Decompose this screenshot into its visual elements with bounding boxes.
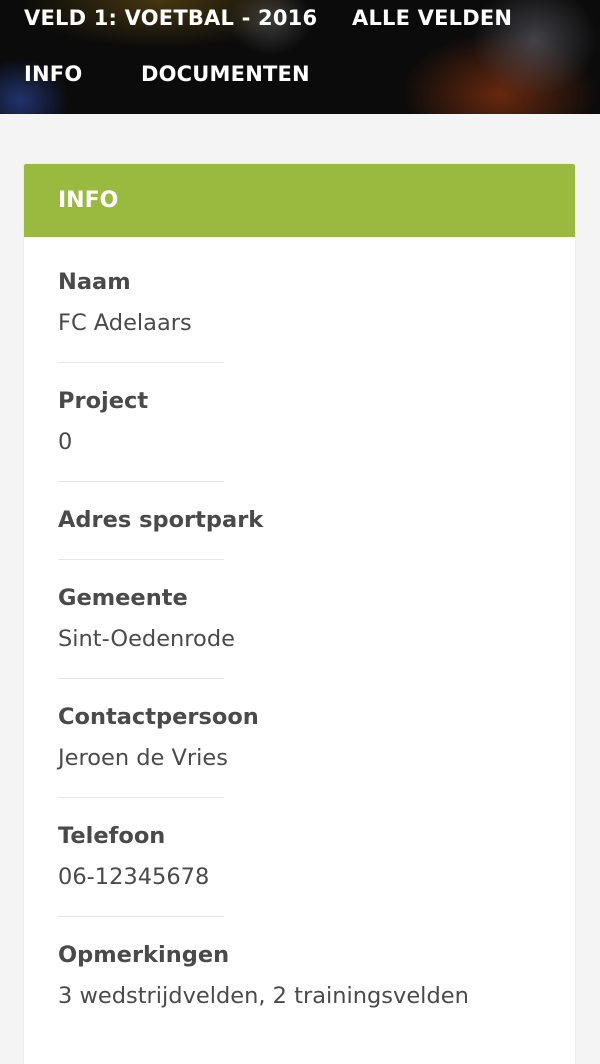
field-contact: Contactpersoon Jeroen de Vries xyxy=(58,702,259,798)
field-project: Project 0 xyxy=(58,386,224,482)
tab-info[interactable]: INFO xyxy=(24,62,82,86)
divider xyxy=(58,916,224,917)
field-adres-label: Adres sportpark xyxy=(58,507,264,533)
field-project-value: 0 xyxy=(58,429,73,455)
field-opmerkingen: Opmerkingen 3 wedstrijdvelden, 2 trainin… xyxy=(58,940,469,1011)
divider xyxy=(58,362,224,363)
field-telefoon-label: Telefoon xyxy=(58,823,166,849)
field-opmerkingen-value: 3 wedstrijdvelden, 2 trainingsvelden xyxy=(58,983,469,1009)
field-contact-label: Contactpersoon xyxy=(58,704,259,730)
tab-documents[interactable]: DOCUMENTEN xyxy=(141,62,310,86)
field-project-label: Project xyxy=(58,388,149,414)
divider xyxy=(58,797,224,798)
field-naam-value: FC Adelaars xyxy=(58,310,192,336)
field-telefoon-value: 06-12345678 xyxy=(58,864,210,890)
header-banner: VELD 1: VOETBAL - 2016 ALLE VELDEN INFO … xyxy=(0,0,600,114)
field-gemeente-value: Sint-Oedenrode xyxy=(58,626,235,652)
field-gemeente: Gemeente Sint-Oedenrode xyxy=(58,583,235,679)
info-field-list: Naam FC Adelaars Project 0 Adres sportpa… xyxy=(24,237,575,1011)
divider xyxy=(58,559,224,560)
divider xyxy=(58,678,224,679)
info-card-title: INFO xyxy=(58,188,119,213)
field-naam: Naam FC Adelaars xyxy=(58,267,224,363)
field-telefoon: Telefoon 06-12345678 xyxy=(58,821,224,917)
divider xyxy=(58,481,224,482)
field-naam-label: Naam xyxy=(58,269,131,295)
field-title-link[interactable]: VELD 1: VOETBAL - 2016 xyxy=(24,6,317,30)
info-card-header: INFO xyxy=(24,164,575,237)
field-gemeente-label: Gemeente xyxy=(58,585,188,611)
field-adres: Adres sportpark xyxy=(58,505,264,560)
all-fields-link[interactable]: ALLE VELDEN xyxy=(352,6,512,30)
field-contact-value: Jeroen de Vries xyxy=(58,745,228,771)
info-card: INFO Naam FC Adelaars Project 0 Adres sp… xyxy=(24,164,575,1064)
field-opmerkingen-label: Opmerkingen xyxy=(58,942,230,968)
